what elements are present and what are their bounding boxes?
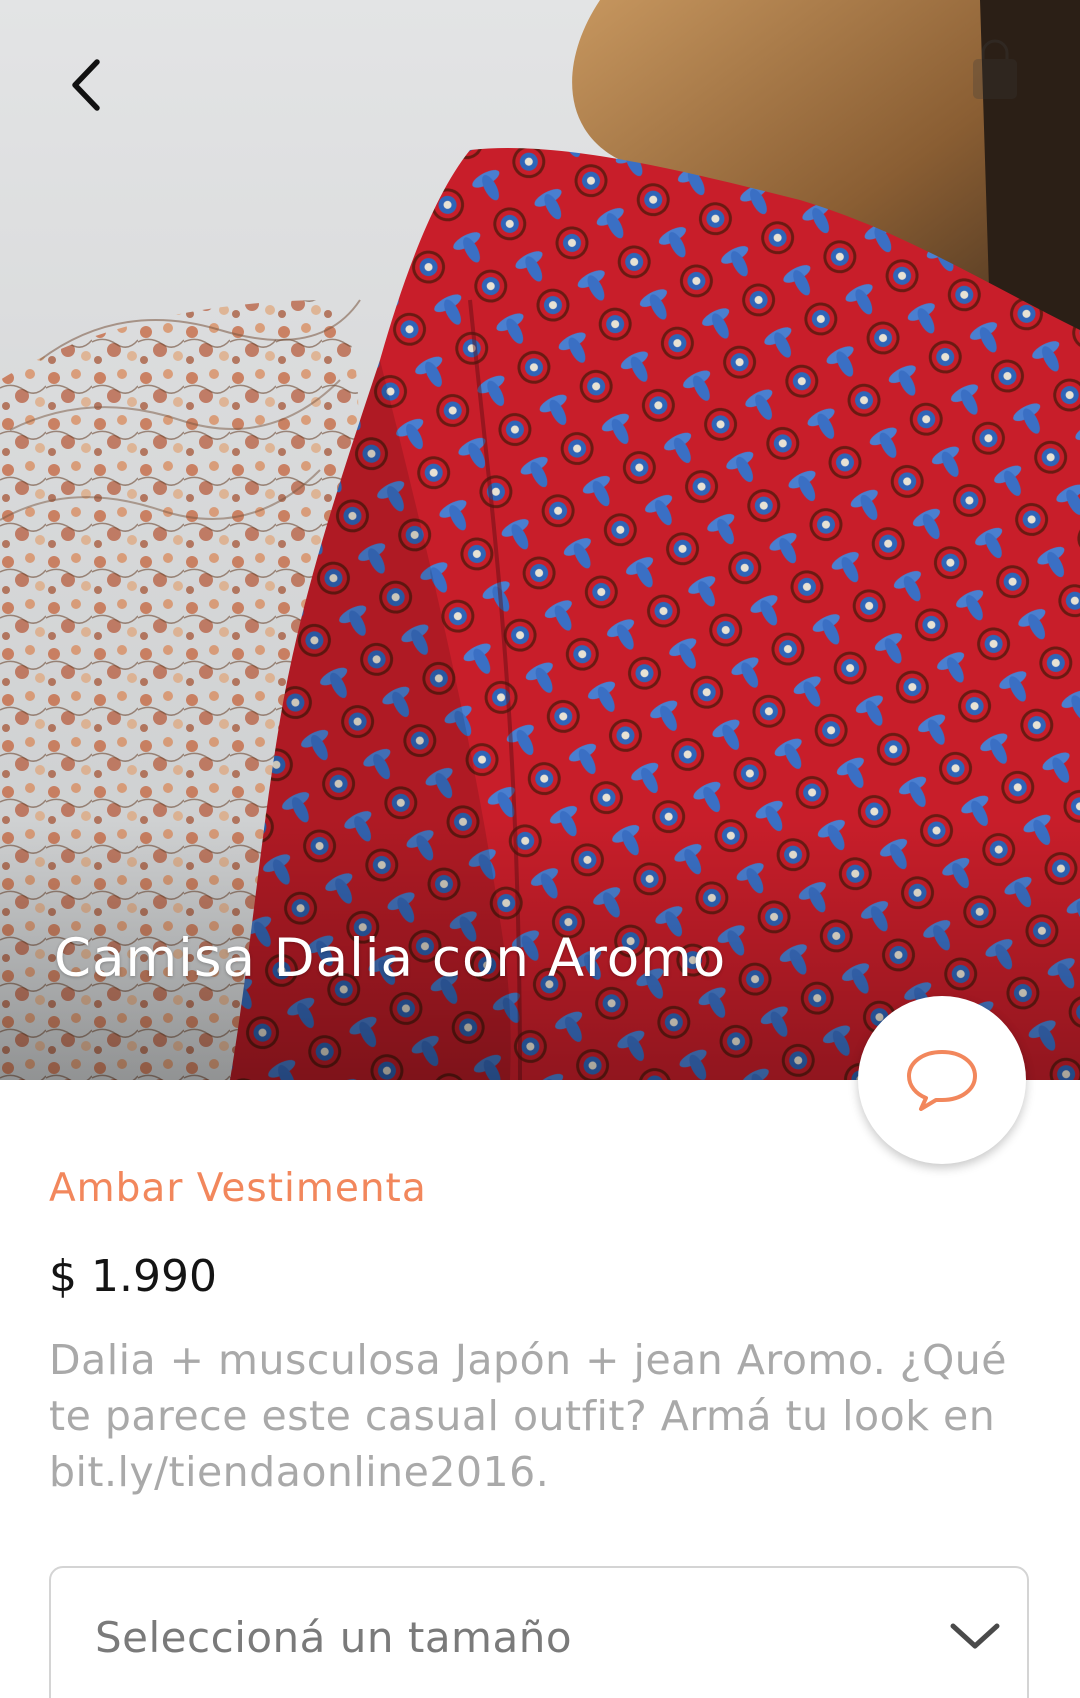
shopping-bag-icon [973, 39, 1017, 99]
back-button[interactable] [52, 50, 122, 120]
chevron-left-icon [72, 59, 100, 111]
product-description: Dalia + musculosa Japón + jean Aromo. ¿Q… [49, 1336, 1008, 1496]
size-selector-placeholder: Seleccioná un tamaño [95, 1613, 573, 1662]
cart-button[interactable] [960, 36, 1030, 106]
speech-bubble-icon [907, 1050, 977, 1111]
product-detail-screen: Camisa Dalia con Aromo Ambar Vestimenta … [0, 0, 1080, 1698]
product-hero: Camisa Dalia con Aromo [0, 0, 1080, 1080]
product-price: $ 1.990 [49, 1251, 217, 1302]
product-title: Camisa Dalia con Aromo [54, 928, 727, 989]
brand-link[interactable]: Ambar Vestimenta [49, 1166, 427, 1211]
size-selector[interactable]: Seleccioná un tamaño [49, 1566, 1029, 1698]
chevron-down-icon [950, 1623, 1000, 1649]
chat-button[interactable] [858, 996, 1026, 1164]
